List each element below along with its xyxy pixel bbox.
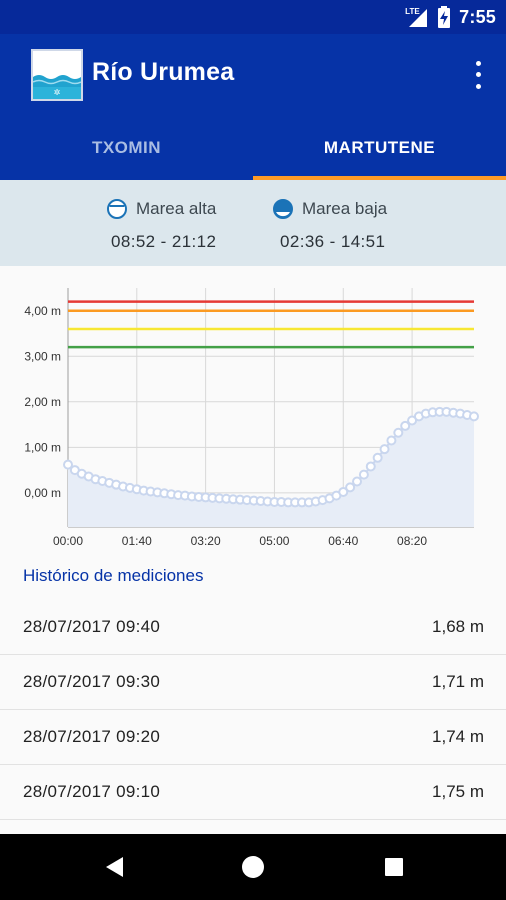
data-point bbox=[393, 427, 404, 438]
history-row[interactable]: 28/07/2017 09:40 1,68 m bbox=[0, 600, 506, 655]
data-point bbox=[379, 444, 390, 455]
y-tick-label: 2,00 m bbox=[24, 395, 61, 409]
home-circle-icon[interactable] bbox=[223, 834, 283, 900]
x-tick-label: 06:40 bbox=[328, 534, 358, 548]
clock: 7:55 bbox=[459, 6, 496, 27]
history-row[interactable]: 28/07/2017 09:10 1,75 m bbox=[0, 765, 506, 820]
more-vert-icon[interactable] bbox=[466, 58, 490, 92]
y-tick-label: 0,00 m bbox=[24, 486, 61, 500]
history-row[interactable]: 28/07/2017 09:20 1,74 m bbox=[0, 710, 506, 765]
low-tide-times: 02:36 - 14:51 bbox=[280, 232, 386, 251]
high-tide-times: 08:52 - 21:12 bbox=[111, 232, 217, 251]
system-nav-bar bbox=[0, 834, 506, 900]
series-area bbox=[68, 411, 474, 527]
row-datetime: 28/07/2017 09:40 bbox=[23, 617, 161, 636]
high-tide-label: Marea alta bbox=[136, 199, 217, 218]
data-point bbox=[365, 461, 376, 472]
history-title: Histórico de mediciones bbox=[23, 566, 204, 585]
row-value: 1,74 m bbox=[432, 727, 484, 746]
low-tide-icon bbox=[273, 199, 293, 219]
tide-panel: Marea alta 08:52 - 21:12 Marea baja 02:3… bbox=[0, 180, 506, 266]
row-datetime: 28/07/2017 09:20 bbox=[23, 727, 161, 746]
low-tide-info: Marea baja 02:36 - 14:51 bbox=[272, 198, 387, 252]
x-tick-label: 05:00 bbox=[259, 534, 289, 548]
x-tick-label: 01:40 bbox=[122, 534, 152, 548]
high-tide-info: Marea alta 08:52 - 21:12 bbox=[106, 198, 216, 252]
data-point bbox=[345, 482, 356, 493]
y-tick-label: 1,00 m bbox=[24, 440, 61, 454]
water-level-chart-svg: 00:00 01:40 03:20 05:00 06:40 08:20 0,00 m 1,00… bbox=[24, 288, 479, 548]
app-bar: ✲ Río Urumea bbox=[0, 34, 506, 116]
battery-charging-icon bbox=[438, 6, 451, 28]
x-tick-label: 03:20 bbox=[191, 534, 221, 548]
tab-martutene[interactable]: MARTUTENE bbox=[253, 116, 506, 180]
row-value: 1,68 m bbox=[432, 617, 484, 636]
status-bar: LTE 7:55 bbox=[0, 0, 506, 34]
low-tide-label: Marea baja bbox=[302, 199, 388, 218]
signal-lte-icon: LTE bbox=[405, 5, 429, 29]
recents-square-icon[interactable] bbox=[364, 834, 424, 900]
river-logo-icon: ✲ bbox=[31, 49, 83, 101]
row-datetime: 28/07/2017 09:30 bbox=[23, 672, 161, 691]
data-point bbox=[386, 435, 397, 446]
x-tick-label: 08:20 bbox=[397, 534, 427, 548]
water-level-chart: 00:00 01:40 03:20 05:00 06:40 08:20 0,00 m 1,00… bbox=[0, 266, 506, 560]
svg-text:✲: ✲ bbox=[54, 88, 61, 97]
row-datetime: 28/07/2017 09:10 bbox=[23, 782, 161, 801]
history-row[interactable]: 28/07/2017 09:30 1,71 m bbox=[0, 655, 506, 710]
station-tabs: TXOMIN MARTUTENE bbox=[0, 116, 506, 180]
row-value: 1,71 m bbox=[432, 672, 484, 691]
data-point bbox=[469, 411, 479, 422]
x-tick-label: 00:00 bbox=[53, 534, 83, 548]
history-list: 28/07/2017 09:40 1,68 m 28/07/2017 09:30… bbox=[0, 600, 506, 820]
y-tick-label: 3,00 m bbox=[24, 349, 61, 363]
app-title: Río Urumea bbox=[92, 58, 235, 86]
tab-txomin[interactable]: TXOMIN bbox=[0, 116, 253, 180]
row-value: 1,75 m bbox=[432, 782, 484, 801]
data-point bbox=[372, 452, 383, 463]
data-point bbox=[352, 476, 363, 487]
back-triangle-icon[interactable] bbox=[84, 834, 144, 900]
high-tide-icon bbox=[107, 199, 127, 219]
y-tick-label: 4,00 m bbox=[24, 304, 61, 318]
data-point bbox=[358, 469, 369, 480]
